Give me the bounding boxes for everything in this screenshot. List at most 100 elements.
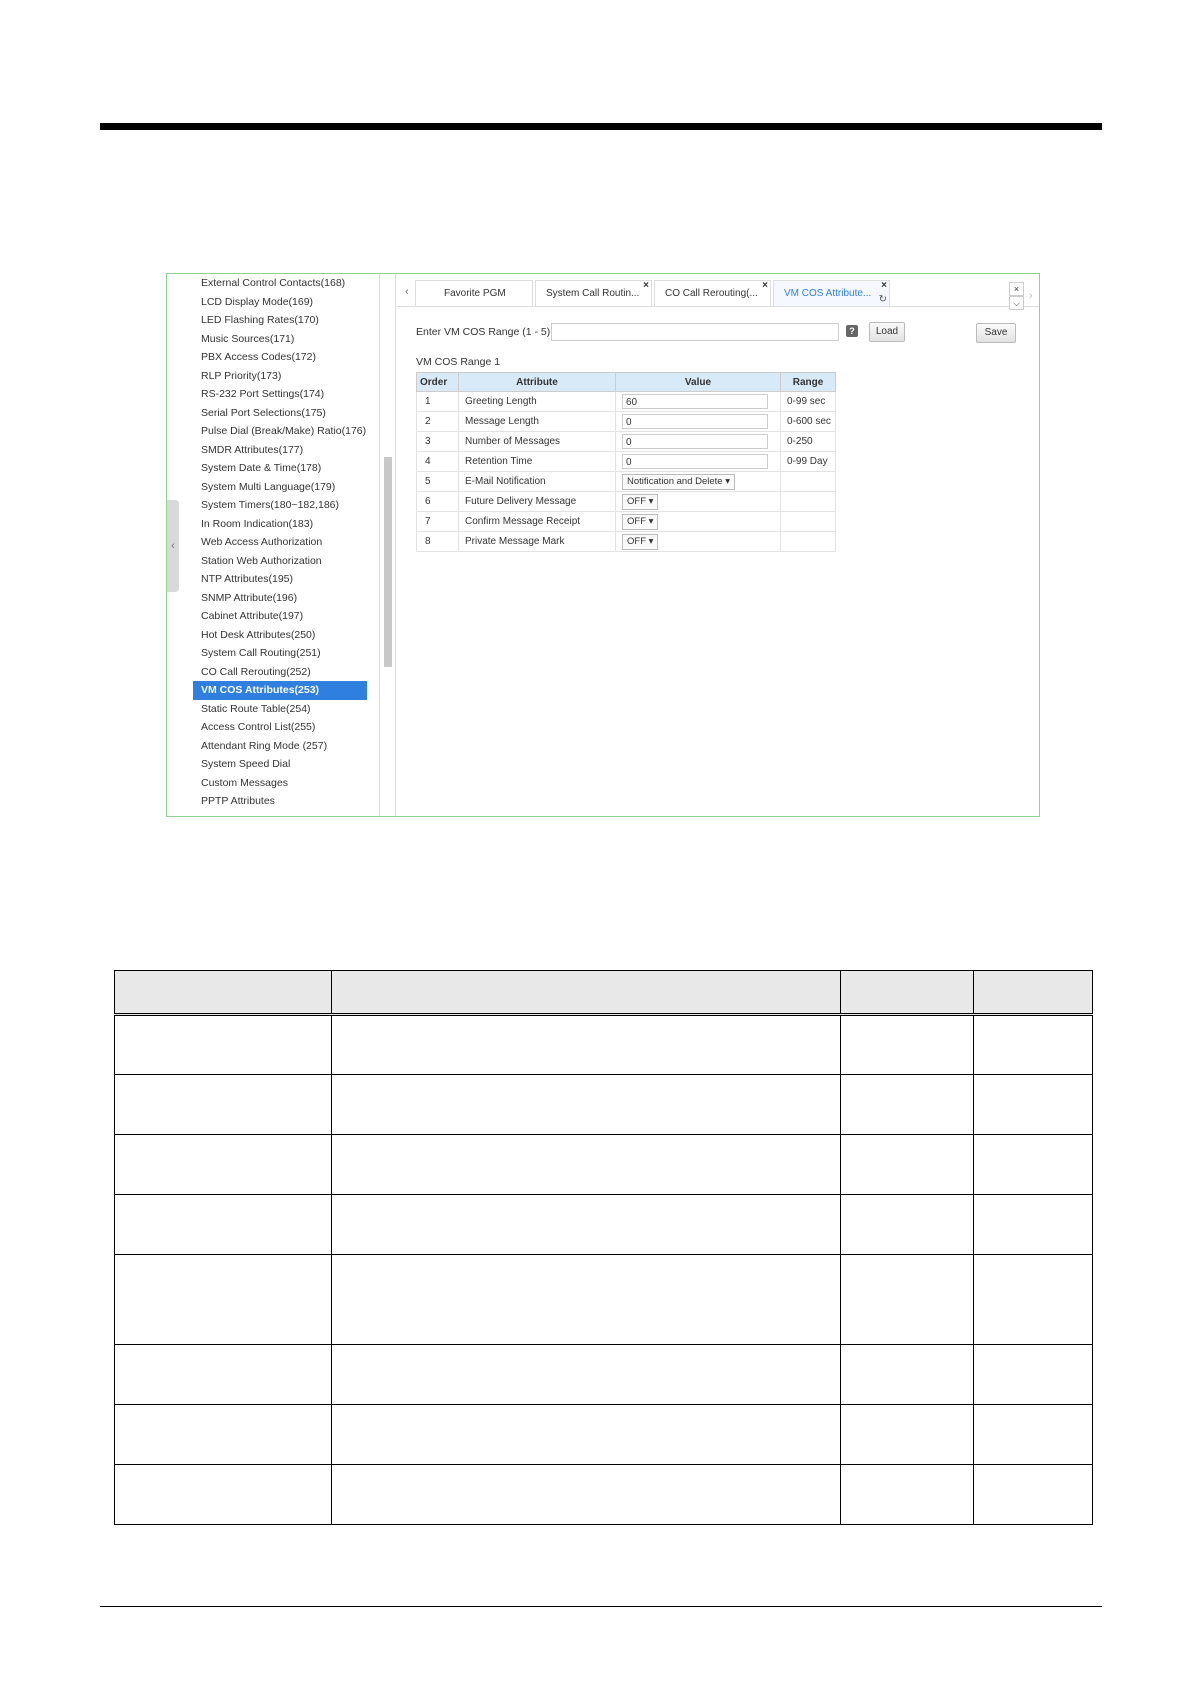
order-cell: 8 <box>416 531 459 552</box>
range-label: Enter VM COS Range (1 - 5) : <box>416 326 557 338</box>
tab-next-icon[interactable]: › <box>1029 290 1033 302</box>
sidebar-item[interactable]: External Control Contacts(168) <box>193 274 383 293</box>
sidebar-item[interactable]: Static Route Table(254) <box>193 700 383 719</box>
col-range: Range <box>780 372 836 392</box>
value-cell: Notification and Delete ▾ <box>615 471 781 492</box>
attribute-cell: Message Length <box>458 411 616 432</box>
sidebar-item[interactable]: PBX Access Codes(172) <box>193 348 383 367</box>
tab-label: VM COS Attribute... <box>784 288 872 299</box>
sidebar-item[interactable]: System Multi Language(179) <box>193 478 383 497</box>
doc-header-cell <box>113 970 333 1015</box>
document-table-row <box>113 1344 1093 1405</box>
table-header-row: Order Attribute Value Range <box>416 372 836 392</box>
help-icon[interactable]: ? <box>846 325 858 337</box>
range-cell <box>780 511 836 532</box>
tab-label: CO Call Rerouting(... <box>665 288 758 299</box>
range-cell: 0-99 Day <box>780 451 836 472</box>
number-of-messages-input[interactable]: 0 <box>622 434 768 449</box>
save-button[interactable]: Save <box>976 323 1016 343</box>
table-row: 1 Greeting Length 60 0-99 sec <box>416 391 836 412</box>
sidebar-item-active[interactable]: VM COS Attributes(253) <box>193 681 367 700</box>
top-rule <box>100 123 1102 130</box>
sidebar-item[interactable]: NTP Attributes(195) <box>193 570 383 589</box>
attribute-cell: Greeting Length <box>458 391 616 412</box>
sidebar-item[interactable]: System Date & Time(178) <box>193 459 383 478</box>
sidebar-item[interactable]: SNMP Attribute(196) <box>193 589 383 608</box>
range-cell: 0-250 <box>780 431 836 452</box>
close-all-tabs-icon[interactable]: × <box>1009 282 1024 296</box>
chevron-left-icon: ‹ <box>171 540 175 552</box>
value-cell: OFF ▾ <box>615 531 781 552</box>
retention-time-input[interactable]: 0 <box>622 454 768 469</box>
attribute-cell: Confirm Message Receipt <box>458 511 616 532</box>
sidebar-item[interactable]: Access Control List(255) <box>193 718 383 737</box>
document-table-row <box>113 1404 1093 1465</box>
close-icon[interactable]: × <box>643 274 649 299</box>
future-delivery-select[interactable]: OFF ▾ <box>622 493 659 510</box>
tab-menu-dropdown-icon[interactable]: ⌵ <box>1009 296 1024 310</box>
tab-system-call-routing[interactable]: System Call Routin... × <box>535 280 652 306</box>
refresh-icon[interactable]: ↻ <box>879 287 887 313</box>
range-cell <box>780 491 836 512</box>
tab-bar: ‹ Favorite PGM System Call Routin... × C… <box>397 278 1039 310</box>
message-length-input[interactable]: 0 <box>622 414 768 429</box>
sidebar-item[interactable]: Music Sources(171) <box>193 330 383 349</box>
sidebar-item[interactable]: Custom Messages <box>193 774 383 793</box>
sidebar-item[interactable]: CO Call Rerouting(252) <box>193 663 383 682</box>
order-cell: 4 <box>416 451 459 472</box>
sidebar-item[interactable]: PPTP Attributes <box>193 792 383 811</box>
order-cell: 6 <box>416 491 459 512</box>
sidebar-item[interactable]: Web Access Authorization <box>193 533 383 552</box>
range-row: Enter VM COS Range (1 - 5) : ? Load Save <box>416 322 1036 344</box>
range-cell <box>780 531 836 552</box>
order-cell: 5 <box>416 471 459 492</box>
sidebar-item[interactable]: Station Web Authorization <box>193 552 383 571</box>
sidebar-divider <box>379 274 380 816</box>
tab-label: Favorite PGM <box>444 288 506 299</box>
sidebar-item[interactable]: Serial Port Selections(175) <box>193 404 383 423</box>
document-table-row <box>113 1464 1093 1525</box>
confirm-receipt-select[interactable]: OFF ▾ <box>622 513 659 530</box>
vm-cos-range-input[interactable] <box>551 323 839 341</box>
tab-favorite-pgm[interactable]: Favorite PGM <box>415 280 533 306</box>
sidebar-item[interactable]: Hot Desk Attributes(250) <box>193 626 383 645</box>
tab-co-call-rerouting[interactable]: CO Call Rerouting(... × <box>654 280 771 306</box>
tab-vm-cos-attributes[interactable]: VM COS Attribute... × ↻ <box>773 280 890 306</box>
order-cell: 3 <box>416 431 459 452</box>
sidebar-item[interactable]: Pulse Dial (Break/Make) Ratio(176) <box>193 422 383 441</box>
private-message-mark-select[interactable]: OFF ▾ <box>622 533 659 550</box>
sidebar-item[interactable]: LED Flashing Rates(170) <box>193 311 383 330</box>
value-cell: 0 <box>615 411 781 432</box>
sidebar-collapse-handle[interactable]: ‹ <box>167 500 179 592</box>
greeting-length-input[interactable]: 60 <box>622 394 768 409</box>
sidebar-item[interactable]: LCD Display Mode(169) <box>193 293 383 312</box>
sidebar-item[interactable]: System Call Routing(251) <box>193 644 383 663</box>
sidebar-item[interactable]: RS-232 Port Settings(174) <box>193 385 383 404</box>
attribute-cell: Number of Messages <box>458 431 616 452</box>
sidebar-scrollbar-thumb[interactable] <box>384 457 392 667</box>
attribute-cell: Retention Time <box>458 451 616 472</box>
order-cell: 1 <box>416 391 459 412</box>
range-cell <box>780 471 836 492</box>
tab-prev-icon[interactable]: ‹ <box>405 286 409 298</box>
value-cell: 0 <box>615 431 781 452</box>
sidebar-item[interactable]: System Speed Dial <box>193 755 383 774</box>
range-cell: 0-99 sec <box>780 391 836 412</box>
document-table-row <box>113 1134 1093 1195</box>
sidebar-item[interactable]: SMDR Attributes(177) <box>193 441 383 460</box>
table-row: 2 Message Length 0 0-600 sec <box>416 411 836 432</box>
sidebar-item[interactable]: Cabinet Attribute(197) <box>193 607 383 626</box>
document-table-row <box>113 1254 1093 1345</box>
sidebar-item[interactable]: System Timers(180~182,186) <box>193 496 383 515</box>
sidebar-item[interactable]: In Room Indication(183) <box>193 515 383 534</box>
bottom-rule <box>100 1606 1102 1607</box>
attribute-cell: E-Mail Notification <box>458 471 616 492</box>
email-notification-select[interactable]: Notification and Delete ▾ <box>622 473 735 490</box>
sidebar-item[interactable]: RLP Priority(173) <box>193 367 383 386</box>
sidebar-list: External Control Contacts(168) LCD Displ… <box>193 274 383 811</box>
close-icon[interactable]: × <box>762 274 768 299</box>
attribute-cell: Private Message Mark <box>458 531 616 552</box>
document-table <box>113 970 1093 1525</box>
load-button[interactable]: Load <box>869 322 905 342</box>
sidebar-item[interactable]: Attendant Ring Mode (257) <box>193 737 383 756</box>
